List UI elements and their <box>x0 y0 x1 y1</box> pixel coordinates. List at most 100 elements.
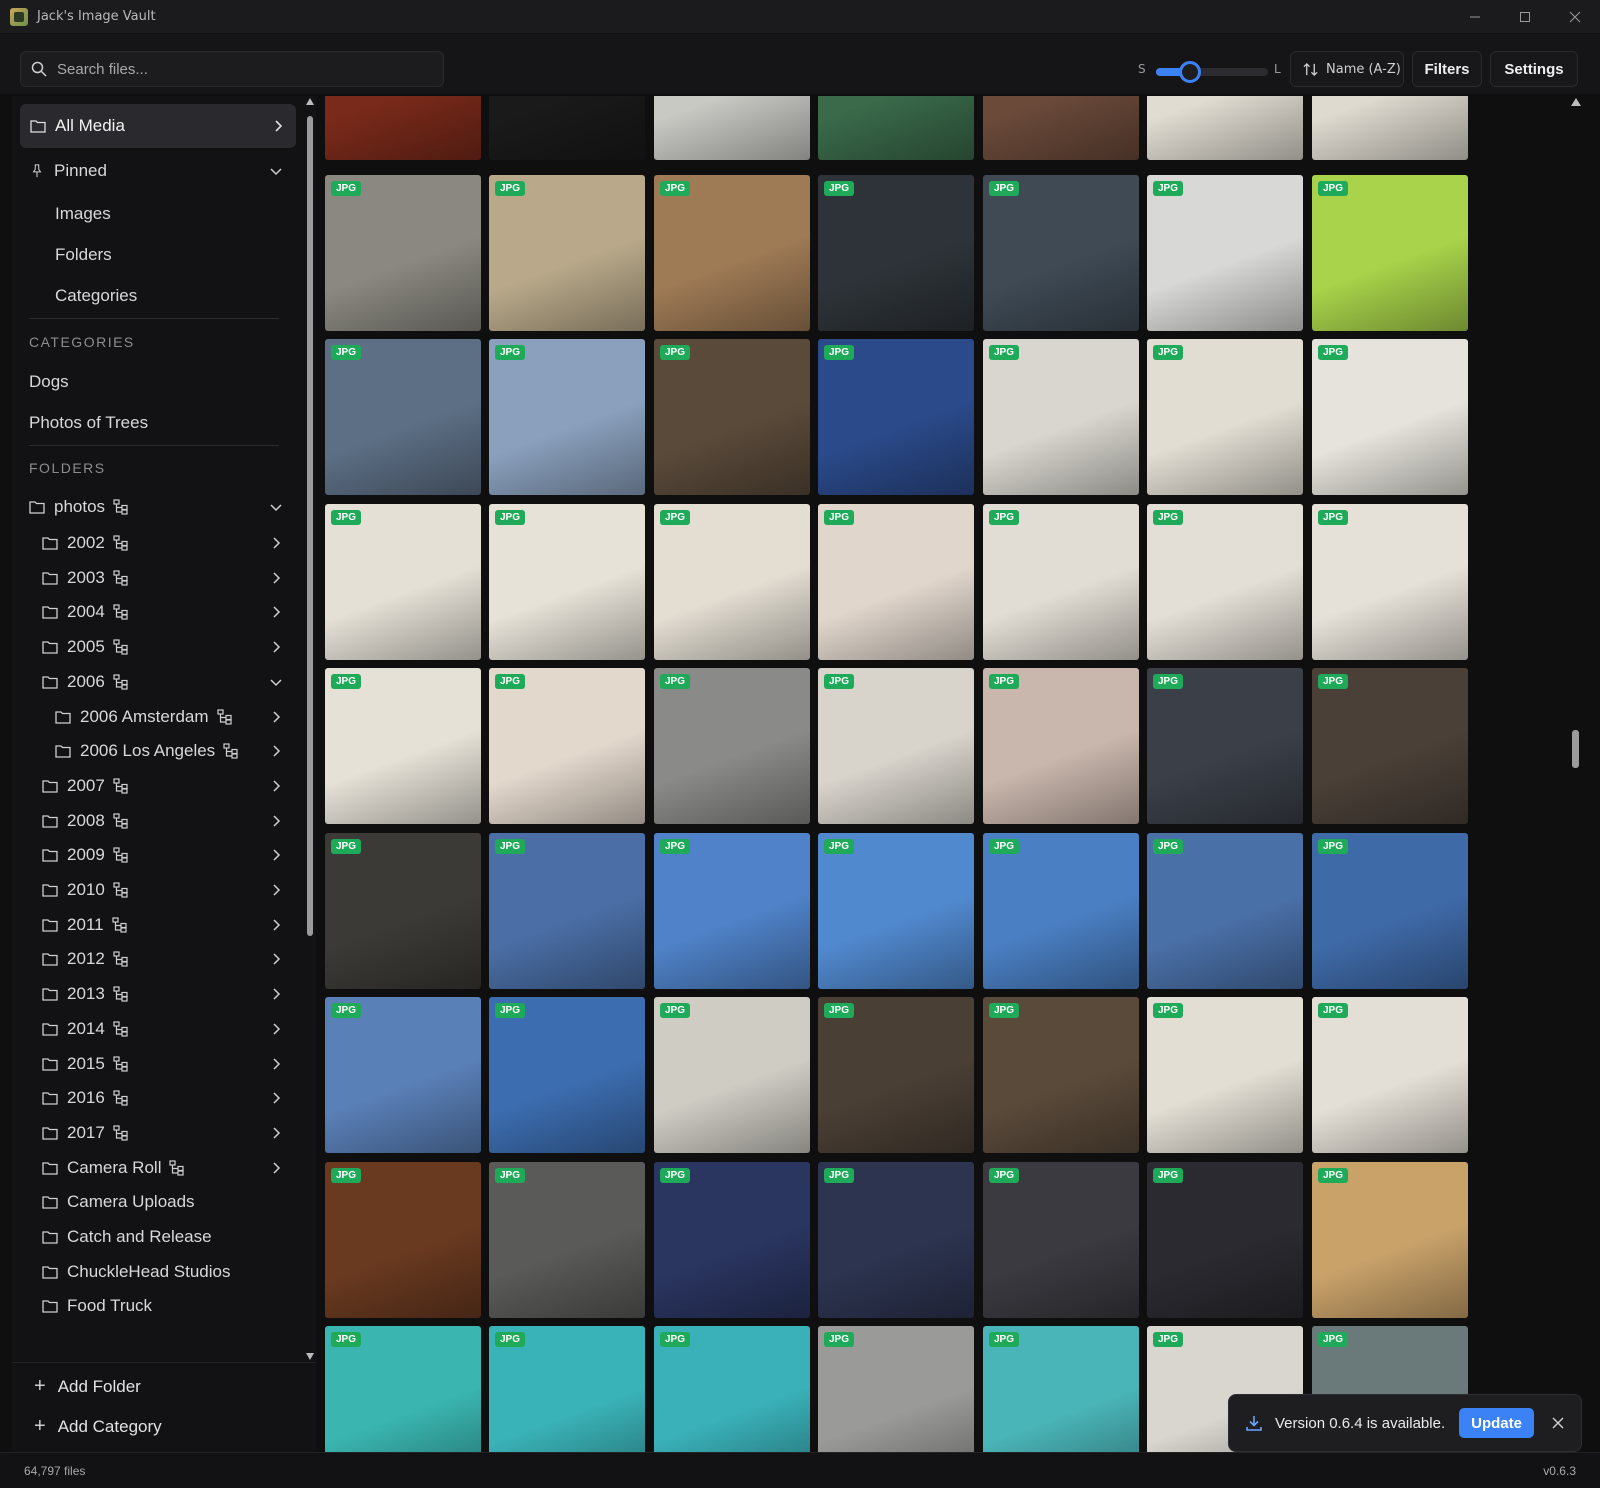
chevron-down-icon[interactable] <box>268 163 284 179</box>
folder-2017[interactable]: 2017 <box>42 1120 284 1146</box>
media-thumbnail[interactable]: JPG <box>983 668 1139 824</box>
media-thumbnail[interactable]: JPG <box>983 175 1139 331</box>
folder-2007[interactable]: 2007 <box>42 773 284 799</box>
sidebar-item-pinned[interactable]: Pinned <box>29 158 284 184</box>
media-thumbnail[interactable]: JPG <box>1312 833 1468 989</box>
media-thumbnail[interactable] <box>654 96 810 160</box>
media-thumbnail[interactable]: JPG <box>654 833 810 989</box>
sidebar-item-pinned-categories[interactable]: Categories <box>55 283 284 309</box>
media-thumbnail[interactable]: JPG <box>1312 504 1468 660</box>
media-thumbnail[interactable] <box>489 96 645 160</box>
folder-2011[interactable]: 2011 <box>42 912 284 938</box>
chevron-right-icon[interactable] <box>268 778 284 794</box>
media-thumbnail[interactable]: JPG <box>654 175 810 331</box>
sidebar-category-dogs[interactable]: Dogs <box>29 369 284 395</box>
media-thumbnail[interactable]: JPG <box>654 504 810 660</box>
grid-scrollbar-thumb[interactable] <box>1572 730 1579 768</box>
search-box[interactable] <box>20 51 444 87</box>
folder-chucklehead-studios[interactable]: ChuckleHead Studios <box>42 1259 284 1285</box>
folder-2008[interactable]: 2008 <box>42 808 284 834</box>
media-thumbnail[interactable]: JPG <box>1312 175 1468 331</box>
scroll-up-arrow-icon[interactable] <box>306 98 314 105</box>
folder-2012[interactable]: 2012 <box>42 946 284 972</box>
sidebar-scroll-area[interactable]: All Media Pinned Images Folders Categories C… <box>12 96 302 1362</box>
media-thumbnail[interactable]: JPG <box>325 1162 481 1318</box>
chevron-right-icon[interactable] <box>268 639 284 655</box>
media-thumbnail[interactable]: JPG <box>654 339 810 495</box>
search-input[interactable] <box>57 60 417 78</box>
chevron-right-icon[interactable] <box>268 1056 284 1072</box>
folder-2006-los-angeles[interactable]: 2006 Los Angeles <box>55 738 284 764</box>
folder-2006[interactable]: 2006 <box>42 669 284 695</box>
folder-2013[interactable]: 2013 <box>42 981 284 1007</box>
folder-food-truck[interactable]: Food Truck <box>42 1293 284 1319</box>
media-thumbnail[interactable] <box>1312 96 1468 160</box>
media-thumbnail[interactable]: JPG <box>1312 997 1468 1153</box>
chevron-right-icon[interactable] <box>268 1090 284 1106</box>
media-thumbnail[interactable]: JPG <box>325 175 481 331</box>
media-thumbnail[interactable]: JPG <box>1312 668 1468 824</box>
chevron-right-icon[interactable] <box>268 709 284 725</box>
folder-2015[interactable]: 2015 <box>42 1051 284 1077</box>
folder-2010[interactable]: 2010 <box>42 877 284 903</box>
media-thumbnail[interactable]: JPG <box>654 997 810 1153</box>
folder-camera-uploads[interactable]: Camera Uploads <box>42 1189 284 1215</box>
chevron-right-icon[interactable] <box>268 604 284 620</box>
folder-2004[interactable]: 2004 <box>42 599 284 625</box>
media-thumbnail[interactable]: JPG <box>489 833 645 989</box>
media-thumbnail[interactable] <box>818 96 974 160</box>
sidebar-scrollbar[interactable] <box>306 98 314 1360</box>
thumbnail-size-slider[interactable] <box>1156 61 1268 83</box>
media-thumbnail[interactable]: JPG <box>489 339 645 495</box>
sidebar-category-photos-of-trees[interactable]: Photos of Trees <box>29 410 284 436</box>
minimize-icon[interactable] <box>1450 0 1500 34</box>
chevron-right-icon[interactable] <box>268 570 284 586</box>
media-thumbnail[interactable]: JPG <box>325 339 481 495</box>
media-thumbnail[interactable]: JPG <box>818 175 974 331</box>
media-thumbnail[interactable]: JPG <box>818 1326 974 1452</box>
chevron-right-icon[interactable] <box>268 813 284 829</box>
media-thumbnail[interactable]: JPG <box>654 668 810 824</box>
folder-2014[interactable]: 2014 <box>42 1016 284 1042</box>
media-thumbnail[interactable] <box>983 96 1139 160</box>
media-thumbnail[interactable]: JPG <box>489 175 645 331</box>
media-thumbnail[interactable]: JPG <box>1147 1162 1303 1318</box>
chevron-right-icon[interactable] <box>268 1021 284 1037</box>
media-thumbnail[interactable]: JPG <box>654 1326 810 1452</box>
media-thumbnail[interactable]: JPG <box>818 339 974 495</box>
media-thumbnail[interactable]: JPG <box>1312 339 1468 495</box>
media-thumbnail[interactable]: JPG <box>818 1162 974 1318</box>
media-thumbnail[interactable]: JPG <box>818 504 974 660</box>
media-thumbnail[interactable]: JPG <box>983 1162 1139 1318</box>
chevron-right-icon[interactable] <box>268 847 284 863</box>
media-thumbnail[interactable]: JPG <box>1147 668 1303 824</box>
folder-camera-roll[interactable]: Camera Roll <box>42 1155 284 1181</box>
media-thumbnail[interactable]: JPG <box>325 504 481 660</box>
folder-catch-and-release[interactable]: Catch and Release <box>42 1224 284 1250</box>
media-thumbnail[interactable]: JPG <box>489 668 645 824</box>
folder-2016[interactable]: 2016 <box>42 1085 284 1111</box>
chevron-right-icon[interactable] <box>268 951 284 967</box>
media-thumbnail[interactable]: JPG <box>1147 175 1303 331</box>
chevron-right-icon[interactable] <box>268 986 284 1002</box>
add-category-button[interactable]: + Add Category <box>34 1415 162 1438</box>
media-thumbnail[interactable]: JPG <box>818 997 974 1153</box>
chevron-right-icon[interactable] <box>268 535 284 551</box>
sort-button[interactable]: Name (A-Z) <box>1290 51 1404 87</box>
close-icon[interactable] <box>1552 1417 1564 1429</box>
media-thumbnail[interactable]: JPG <box>489 997 645 1153</box>
media-thumbnail[interactable]: JPG <box>1312 1162 1468 1318</box>
thumbnail-size-slider-knob[interactable] <box>1178 61 1201 83</box>
sidebar-item-pinned-folders[interactable]: Folders <box>55 242 284 268</box>
media-grid[interactable]: JPG JPG JPG JPG JPG JPG JPG JPG JPG JPG JPG JPG JPG J… <box>322 96 1584 1452</box>
media-thumbnail[interactable]: JPG <box>983 997 1139 1153</box>
add-folder-button[interactable]: + Add Folder <box>34 1375 141 1398</box>
media-thumbnail[interactable]: JPG <box>325 997 481 1153</box>
media-thumbnail[interactable]: JPG <box>983 1326 1139 1452</box>
chevron-right-icon[interactable] <box>268 917 284 933</box>
update-button[interactable]: Update <box>1459 1408 1534 1438</box>
media-thumbnail[interactable]: JPG <box>654 1162 810 1318</box>
chevron-right-icon[interactable] <box>268 1125 284 1141</box>
maximize-icon[interactable] <box>1500 0 1550 34</box>
sidebar-item-pinned-images[interactable]: Images <box>55 201 284 227</box>
